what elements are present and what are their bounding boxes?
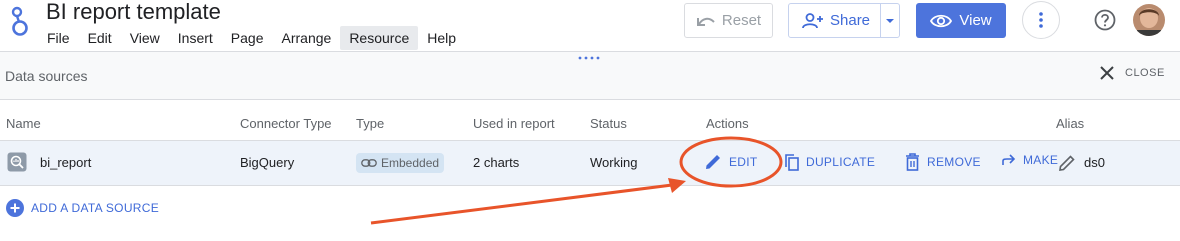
link-icon xyxy=(361,159,377,167)
top-bar: BI report template File Edit View Insert… xyxy=(0,0,1180,52)
col-header-used: Used in report xyxy=(473,116,555,131)
data-studio-logo[interactable] xyxy=(9,6,31,38)
col-header-name: Name xyxy=(6,116,41,131)
add-data-source-button[interactable]: ADD A DATA SOURCE xyxy=(6,199,159,217)
col-header-type: Type xyxy=(356,116,385,131)
status-text: Working xyxy=(590,155,638,170)
menu-arrange[interactable]: Arrange xyxy=(273,26,341,50)
close-label: CLOSE xyxy=(1125,67,1165,79)
view-label: View xyxy=(959,12,992,29)
remove-label: REMOVE xyxy=(927,155,981,169)
more-options-button[interactable] xyxy=(1022,1,1060,39)
share-button[interactable]: Share xyxy=(788,3,900,38)
help-icon[interactable] xyxy=(1094,9,1116,31)
reset-label: Reset xyxy=(721,12,762,29)
share-label: Share xyxy=(830,12,871,29)
alias-value[interactable]: ds0 xyxy=(1084,155,1105,170)
menu-help[interactable]: Help xyxy=(418,26,465,50)
col-header-alias: Alias xyxy=(1056,116,1085,131)
menu-file[interactable]: File xyxy=(38,26,79,50)
forward-arrow-icon xyxy=(1002,154,1016,165)
type-label: Embedded xyxy=(381,156,440,170)
duplicate-label: DUPLICATE xyxy=(806,155,876,169)
close-icon xyxy=(1100,66,1114,80)
close-button[interactable]: CLOSE xyxy=(1100,66,1165,80)
remove-button[interactable]: REMOVE xyxy=(905,153,981,171)
used-in-report: 2 charts xyxy=(473,155,520,170)
panel-header: Data sources CLOSE xyxy=(0,52,1180,100)
make-copy-button[interactable]: MAKE xyxy=(1002,153,1058,167)
menu-view[interactable]: View xyxy=(121,26,169,50)
data-source-icon xyxy=(7,152,27,172)
view-button[interactable]: View xyxy=(916,3,1006,38)
menu-edit[interactable]: Edit xyxy=(79,26,121,50)
report-title[interactable]: BI report template xyxy=(46,0,221,24)
add-data-source-label: ADD A DATA SOURCE xyxy=(31,201,160,215)
copy-icon xyxy=(785,154,799,171)
edit-button[interactable]: EDIT xyxy=(705,153,758,170)
trash-icon xyxy=(906,153,919,171)
add-circle-icon xyxy=(6,199,24,217)
share-dropdown[interactable] xyxy=(881,18,899,24)
menu-bar: File Edit View Insert Page Arrange Resou… xyxy=(38,26,465,50)
menu-insert[interactable]: Insert xyxy=(169,26,222,50)
user-avatar[interactable] xyxy=(1133,4,1165,36)
source-name[interactable]: bi_report xyxy=(40,155,91,170)
col-header-actions: Actions xyxy=(706,116,749,131)
share-main[interactable]: Share xyxy=(789,4,881,37)
col-header-status: Status xyxy=(590,116,627,131)
caret-down-icon xyxy=(886,18,894,23)
drag-handle-icon[interactable] xyxy=(578,56,600,60)
menu-page[interactable]: Page xyxy=(222,26,273,50)
edit-alias-icon[interactable] xyxy=(1058,154,1076,172)
duplicate-button[interactable]: DUPLICATE xyxy=(784,153,875,171)
pencil-icon xyxy=(706,155,720,169)
type-chip: Embedded xyxy=(356,153,445,173)
undo-icon xyxy=(696,17,715,26)
add-person-icon xyxy=(802,12,823,28)
data-studio-window: BI report template File Edit View Insert… xyxy=(0,0,1180,241)
make-label: MAKE xyxy=(1023,153,1059,167)
more-vert-icon xyxy=(1039,12,1043,28)
connector-type: BigQuery xyxy=(240,155,295,170)
eye-icon xyxy=(930,14,953,27)
menu-resource[interactable]: Resource xyxy=(340,26,419,50)
reset-button[interactable]: Reset xyxy=(684,3,773,38)
edit-label: EDIT xyxy=(729,154,758,169)
table-row[interactable]: bi_report BigQuery Embedded 2 charts Wor… xyxy=(0,140,1180,186)
panel-title: Data sources xyxy=(5,68,88,84)
col-header-connector: Connector Type xyxy=(240,116,332,131)
data-sources-panel: Data sources CLOSE Name Connector Type T… xyxy=(0,52,1180,241)
